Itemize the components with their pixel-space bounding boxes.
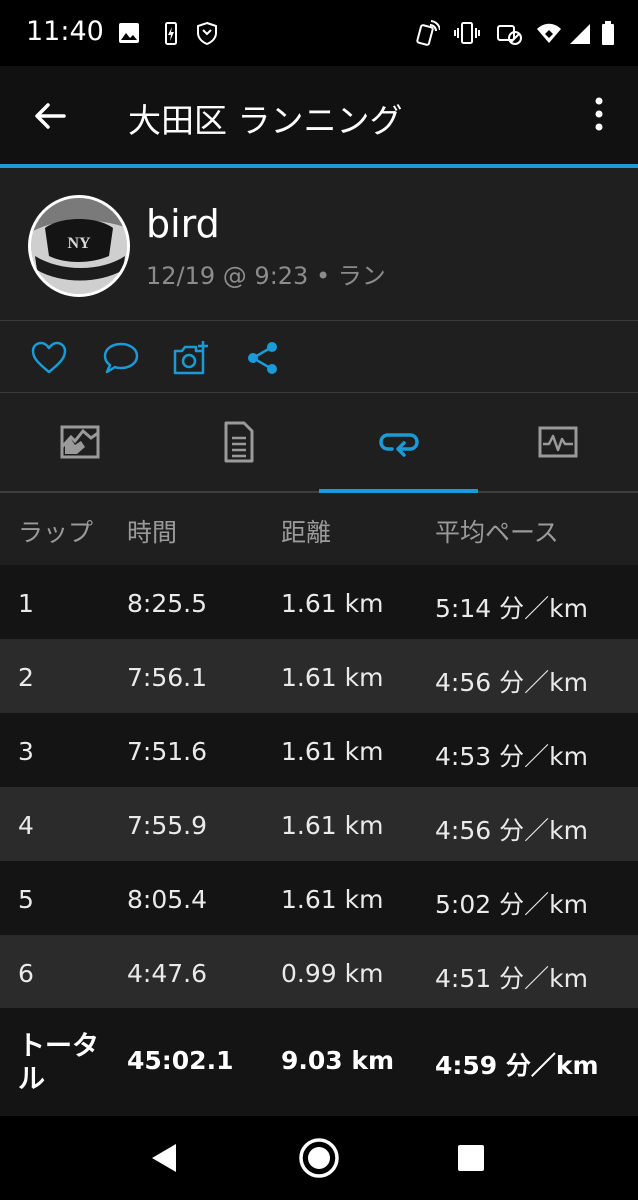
table-row: 1 8:25.5 1.61 km 5:14 分／km bbox=[0, 565, 638, 639]
status-bar: 11:40 bbox=[0, 0, 638, 66]
activity-meta: 12/19 @ 9:23 • ラン bbox=[146, 262, 386, 290]
action-bar bbox=[0, 321, 638, 393]
header-distance: 距離 bbox=[281, 518, 332, 547]
header-pace: 平均ペース bbox=[435, 518, 559, 547]
lap-time: 7:55.9 bbox=[127, 811, 207, 840]
add-photo-icon[interactable] bbox=[172, 339, 210, 377]
tab-summary[interactable] bbox=[159, 393, 318, 491]
user-name[interactable]: bird bbox=[146, 202, 220, 246]
lap-distance: 1.61 km bbox=[281, 737, 384, 766]
table-row: 6 4:47.6 0.99 km 4:51 分／km bbox=[0, 935, 638, 1009]
lap-number: 2 bbox=[18, 663, 34, 692]
lap-pace: 4:53 分／km bbox=[435, 742, 588, 771]
total-row: トータル 45:02.1 9.03 km 4:59 分／km bbox=[0, 1008, 638, 1116]
lap-distance: 1.61 km bbox=[281, 811, 384, 840]
lap-pace: 5:14 分／km bbox=[435, 594, 588, 623]
data-saver-icon bbox=[497, 25, 522, 45]
page-title: 大田区 ランニング bbox=[128, 101, 403, 140]
app-bar: 大田区 ランニング bbox=[0, 66, 638, 164]
activity-header: NY bird 12/19 @ 9:23 • ラン bbox=[0, 168, 638, 321]
table-row: 4 7:55.9 1.61 km 4:56 分／km bbox=[0, 787, 638, 861]
total-distance: 9.03 km bbox=[281, 1046, 395, 1075]
nav-home-icon[interactable] bbox=[297, 1136, 341, 1180]
lap-time: 7:56.1 bbox=[127, 663, 207, 692]
tab-map[interactable] bbox=[0, 393, 159, 491]
lap-distance: 1.61 km bbox=[281, 885, 384, 914]
wifi-icon bbox=[537, 23, 561, 43]
system-nav-bar bbox=[0, 1116, 638, 1200]
status-time: 11:40 bbox=[26, 16, 104, 47]
more-options-icon[interactable] bbox=[582, 94, 616, 134]
lap-time: 7:51.6 bbox=[127, 737, 207, 766]
avatar-cap-image: NY bbox=[31, 198, 127, 294]
lap-number: 6 bbox=[18, 959, 34, 988]
nfc-icon bbox=[416, 20, 440, 46]
cell-signal-icon bbox=[570, 24, 590, 44]
nav-back-icon[interactable] bbox=[142, 1136, 186, 1180]
shield-icon bbox=[197, 21, 217, 46]
total-pace: 4:59 分／km bbox=[435, 1051, 599, 1080]
lap-distance: 0.99 km bbox=[281, 959, 384, 988]
lap-time: 4:47.6 bbox=[127, 959, 207, 988]
laps-table-header: ラップ 時間 距離 平均ペース bbox=[0, 493, 638, 565]
total-time: 45:02.1 bbox=[127, 1046, 234, 1075]
header-lap: ラップ bbox=[18, 518, 94, 547]
map-icon bbox=[60, 425, 100, 459]
vibrate-icon bbox=[454, 22, 480, 44]
lap-time: 8:25.5 bbox=[127, 589, 207, 618]
tab-laps[interactable] bbox=[319, 393, 478, 493]
document-icon bbox=[224, 421, 254, 463]
lap-number: 3 bbox=[18, 737, 34, 766]
table-row: 3 7:51.6 1.61 km 4:53 分／km bbox=[0, 713, 638, 787]
battery-saver-icon bbox=[165, 22, 177, 45]
lap-number: 4 bbox=[18, 811, 34, 840]
header-time: 時間 bbox=[127, 518, 178, 547]
lap-distance: 1.61 km bbox=[281, 589, 384, 618]
chart-icon bbox=[538, 426, 578, 458]
table-row: 2 7:56.1 1.61 km 4:56 分／km bbox=[0, 639, 638, 713]
battery-icon bbox=[602, 21, 614, 45]
comment-icon[interactable] bbox=[102, 339, 140, 377]
laps-loop-icon bbox=[379, 433, 419, 457]
lap-number: 1 bbox=[18, 589, 34, 618]
lap-pace: 4:56 分／km bbox=[435, 816, 588, 845]
activity-tabs bbox=[0, 393, 638, 493]
share-icon[interactable] bbox=[244, 339, 282, 377]
lap-time: 8:05.4 bbox=[127, 885, 207, 914]
lap-number: 5 bbox=[18, 885, 34, 914]
nav-recents-icon[interactable] bbox=[449, 1136, 493, 1180]
avatar[interactable]: NY bbox=[28, 195, 130, 297]
tab-charts[interactable] bbox=[478, 393, 637, 491]
lap-pace: 4:56 分／km bbox=[435, 668, 588, 697]
lap-pace: 4:51 分／km bbox=[435, 964, 588, 993]
gallery-icon bbox=[119, 23, 139, 43]
back-arrow-icon[interactable] bbox=[30, 96, 70, 136]
lap-distance: 1.61 km bbox=[281, 663, 384, 692]
like-heart-icon[interactable] bbox=[30, 339, 68, 377]
lap-pace: 5:02 分／km bbox=[435, 890, 588, 919]
total-label: トータル bbox=[18, 1031, 99, 1095]
svg-text:NY: NY bbox=[67, 235, 91, 252]
table-row: 5 8:05.4 1.61 km 5:02 分／km bbox=[0, 861, 638, 935]
